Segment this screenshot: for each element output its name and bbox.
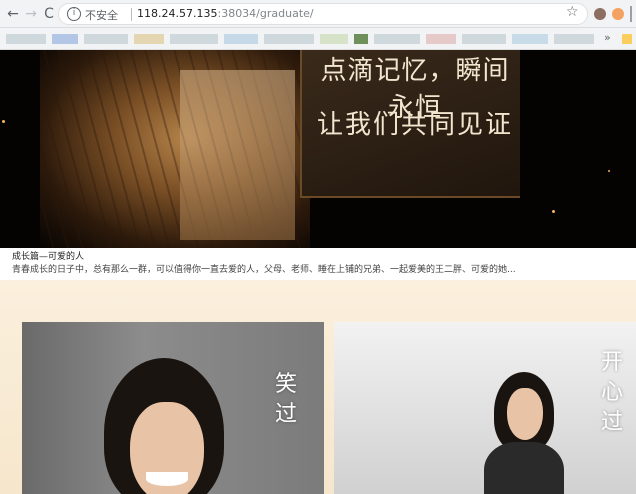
bookmark-item[interactable] bbox=[554, 34, 594, 44]
gallery-photo-right[interactable]: 开心过 bbox=[334, 322, 636, 494]
menu-icon[interactable] bbox=[630, 6, 632, 22]
hero-banner: 点滴记忆，瞬间永恒 让我们共同见证 bbox=[0, 50, 636, 248]
separator bbox=[131, 8, 132, 21]
bookmark-item[interactable] bbox=[320, 34, 348, 44]
bookmark-item[interactable] bbox=[462, 34, 506, 44]
article-caption: 成长篇—可爱的人 青春成长的日子中，总有那么一群，可以值得你一直去爱的人，父母、… bbox=[0, 248, 636, 280]
banner-blurred-image bbox=[180, 70, 295, 240]
sparkle-dot bbox=[2, 120, 5, 123]
extension-icon[interactable] bbox=[594, 8, 606, 20]
bookmarks-bar: » bbox=[0, 28, 636, 50]
bookmark-item[interactable] bbox=[84, 34, 128, 44]
bookmarks-more-button[interactable]: » bbox=[604, 31, 611, 44]
bookmark-item[interactable] bbox=[6, 34, 46, 44]
address-bar[interactable]: i 不安全 118.24.57.135:38034/graduate/ bbox=[58, 3, 588, 25]
cookie-extension-icon[interactable] bbox=[612, 8, 624, 20]
bookmark-item[interactable] bbox=[52, 34, 78, 44]
arrow-left-icon[interactable]: ← bbox=[4, 5, 22, 23]
folder-icon[interactable] bbox=[622, 34, 632, 44]
bookmark-item[interactable] bbox=[134, 34, 164, 44]
article-title[interactable]: 成长篇—可爱的人 bbox=[12, 251, 624, 264]
photo-smile bbox=[146, 472, 188, 486]
security-label[interactable]: 不安全 bbox=[85, 7, 118, 23]
photo-caption-left: 笑过 bbox=[274, 372, 297, 427]
bookmark-item[interactable] bbox=[374, 34, 420, 44]
photo-gallery: 笑过 开心过 bbox=[0, 280, 636, 494]
browser-toolbar: ← → C i 不安全 118.24.57.135:38034/graduate… bbox=[0, 0, 636, 28]
url-path: :38034/graduate/ bbox=[217, 7, 314, 20]
arrow-right-icon[interactable]: → bbox=[22, 5, 40, 23]
reload-icon[interactable]: C bbox=[40, 5, 58, 23]
photo-caption-right: 开心过 bbox=[600, 350, 623, 435]
bookmark-item[interactable] bbox=[426, 34, 456, 44]
url-host: 118.24.57.135 bbox=[137, 7, 218, 20]
gallery-photo-left[interactable]: 笑过 bbox=[22, 322, 324, 494]
photo-face bbox=[507, 388, 543, 440]
banner-subheadline: 让我们共同见证 bbox=[316, 110, 513, 140]
bookmark-item[interactable] bbox=[512, 34, 548, 44]
bookmark-item[interactable] bbox=[170, 34, 218, 44]
info-icon[interactable]: i bbox=[67, 7, 81, 21]
photo-body bbox=[484, 442, 564, 494]
star-icon[interactable]: ☆ bbox=[566, 4, 579, 20]
bookmark-item[interactable] bbox=[354, 34, 368, 44]
sparkle-dot bbox=[608, 170, 610, 172]
sparkle-dot bbox=[552, 210, 555, 213]
article-description: 青春成长的日子中，总有那么一群，可以值得你一直去爱的人，父母、老师、睡在上铺的兄… bbox=[12, 265, 516, 275]
bookmark-item[interactable] bbox=[224, 34, 258, 44]
url-text[interactable]: 118.24.57.135:38034/graduate/ bbox=[137, 7, 314, 20]
bookmark-item[interactable] bbox=[264, 34, 314, 44]
